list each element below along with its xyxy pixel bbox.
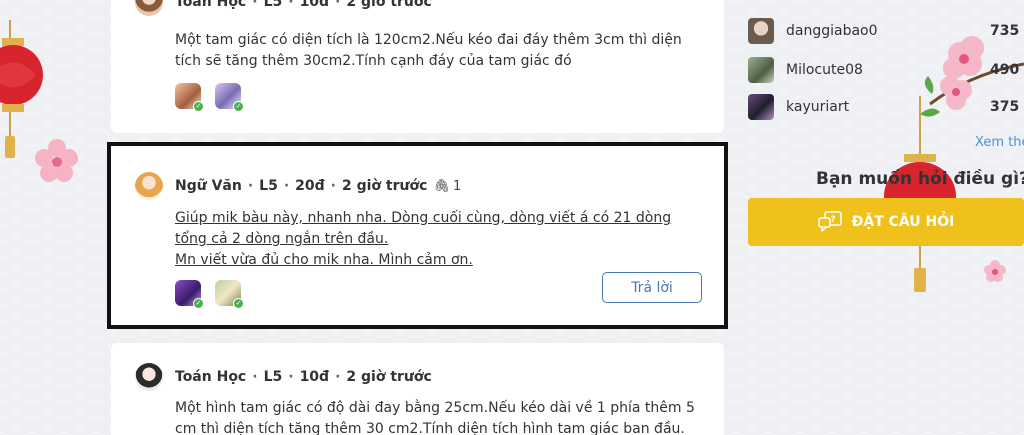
ask-question-button[interactable]: ? ĐẶT CÂU HỎI (748, 198, 1024, 246)
separator-dot: · (252, 0, 258, 10)
attachment-count: 1 (452, 178, 462, 194)
verified-check-icon: ✓ (233, 101, 244, 112)
attachment-icon: 🖇 (433, 178, 450, 194)
separator-dot: · (252, 369, 258, 385)
separator-dot: · (288, 0, 294, 10)
subject-label[interactable]: Toán Học (175, 369, 246, 385)
separator-dot: · (288, 369, 294, 385)
avatar (748, 57, 774, 83)
time-label: 2 giờ trước (346, 369, 432, 385)
verified-check-icon: ✓ (193, 101, 204, 112)
ranking-username[interactable]: Milocute08 (786, 62, 863, 78)
separator-dot: · (335, 0, 341, 10)
answerer-avatar[interactable]: ✓ (175, 83, 204, 112)
verified-check-icon: ✓ (233, 298, 244, 309)
separator-dot: · (335, 369, 341, 385)
reply-button[interactable]: Trả lời (602, 272, 702, 303)
time-label: 2 giờ trước (342, 178, 428, 194)
separator-dot: · (330, 178, 336, 194)
lantern-right-decoration (884, 96, 956, 292)
question-card[interactable]: Toán Học · L5 · 10đ · 2 giờ trước Một ta… (111, 0, 724, 133)
ranking-points: 490 đ (990, 62, 1024, 78)
question-text[interactable]: Một hình tam giác có độ dài đay bằng 25c… (175, 398, 702, 435)
answerer-avatar[interactable]: ✓ (175, 280, 204, 309)
avatar (748, 18, 774, 44)
points-label: 20đ (295, 178, 325, 194)
question-text[interactable]: Giúp mik bàu này, nhanh nha. Dòng cuối c… (175, 208, 704, 271)
level-label: L5 (263, 0, 283, 10)
question-bubble-icon: ? (817, 211, 842, 232)
answerer-list: ✓ ✓ (175, 280, 244, 309)
verified-check-icon: ✓ (193, 298, 204, 309)
answerer-avatar[interactable]: ✓ (215, 280, 244, 309)
question-card[interactable]: Toán Học · L5 · 10đ · 2 giờ trước Một hì… (111, 343, 724, 435)
points-label: 10đ (299, 0, 330, 10)
subject-label[interactable]: Ngữ Văn (175, 178, 242, 194)
question-text[interactable]: Một tam giác có diện tích là 120cm2.Nếu … (175, 30, 702, 72)
ranking-points: 735 đ (990, 23, 1024, 39)
avatar[interactable] (135, 172, 163, 200)
time-label: 2 giờ trước (346, 0, 432, 10)
ask-question-label: ĐẶT CÂU HỎI (851, 214, 955, 230)
separator-dot: · (247, 178, 254, 194)
svg-text:?: ? (830, 215, 835, 225)
level-label: L5 (263, 369, 283, 385)
question-meta: Toán Học · L5 · 10đ · 2 giờ trước (135, 0, 432, 16)
see-more-link[interactable]: Xem thêm (975, 135, 1024, 150)
question-meta: Ngữ Văn · L5 · 20đ · 2 giờ trước 🖇 1 (135, 172, 461, 200)
answerer-list: ✓ ✓ (175, 83, 244, 112)
ask-question-title: Bạn muốn hỏi điều gì? (816, 169, 1024, 189)
ranking-username[interactable]: kayuriart (786, 99, 849, 115)
avatar[interactable] (135, 363, 163, 391)
points-label: 10đ (299, 369, 330, 385)
question-text-line: Giúp mik bàu này, nhanh nha. Dòng cuối c… (175, 210, 672, 247)
avatar[interactable] (135, 0, 163, 16)
question-card-highlighted[interactable]: Ngữ Văn · L5 · 20đ · 2 giờ trước 🖇 1 Giú… (107, 142, 728, 329)
subject-label[interactable]: Toán Học (175, 0, 246, 10)
level-label: L5 (259, 178, 278, 194)
question-text-line: Mn viết vừa đủ cho mik nha. Mình cảm ơn. (175, 252, 473, 268)
ranking-points: 375 đ (990, 99, 1024, 115)
separator-dot: · (283, 178, 290, 194)
flower-left-decoration (35, 139, 78, 182)
answerer-avatar[interactable]: ✓ (215, 83, 244, 112)
ranking-item[interactable]: danggiabao0 (748, 18, 878, 44)
flower-right-decoration (984, 260, 1006, 282)
ranking-username[interactable]: danggiabao0 (786, 23, 878, 39)
ranking-item[interactable]: kayuriart (748, 94, 849, 120)
question-meta: Toán Học · L5 · 10đ · 2 giờ trước (135, 363, 432, 391)
avatar (748, 94, 774, 120)
ranking-item[interactable]: Milocute08 (748, 57, 863, 83)
